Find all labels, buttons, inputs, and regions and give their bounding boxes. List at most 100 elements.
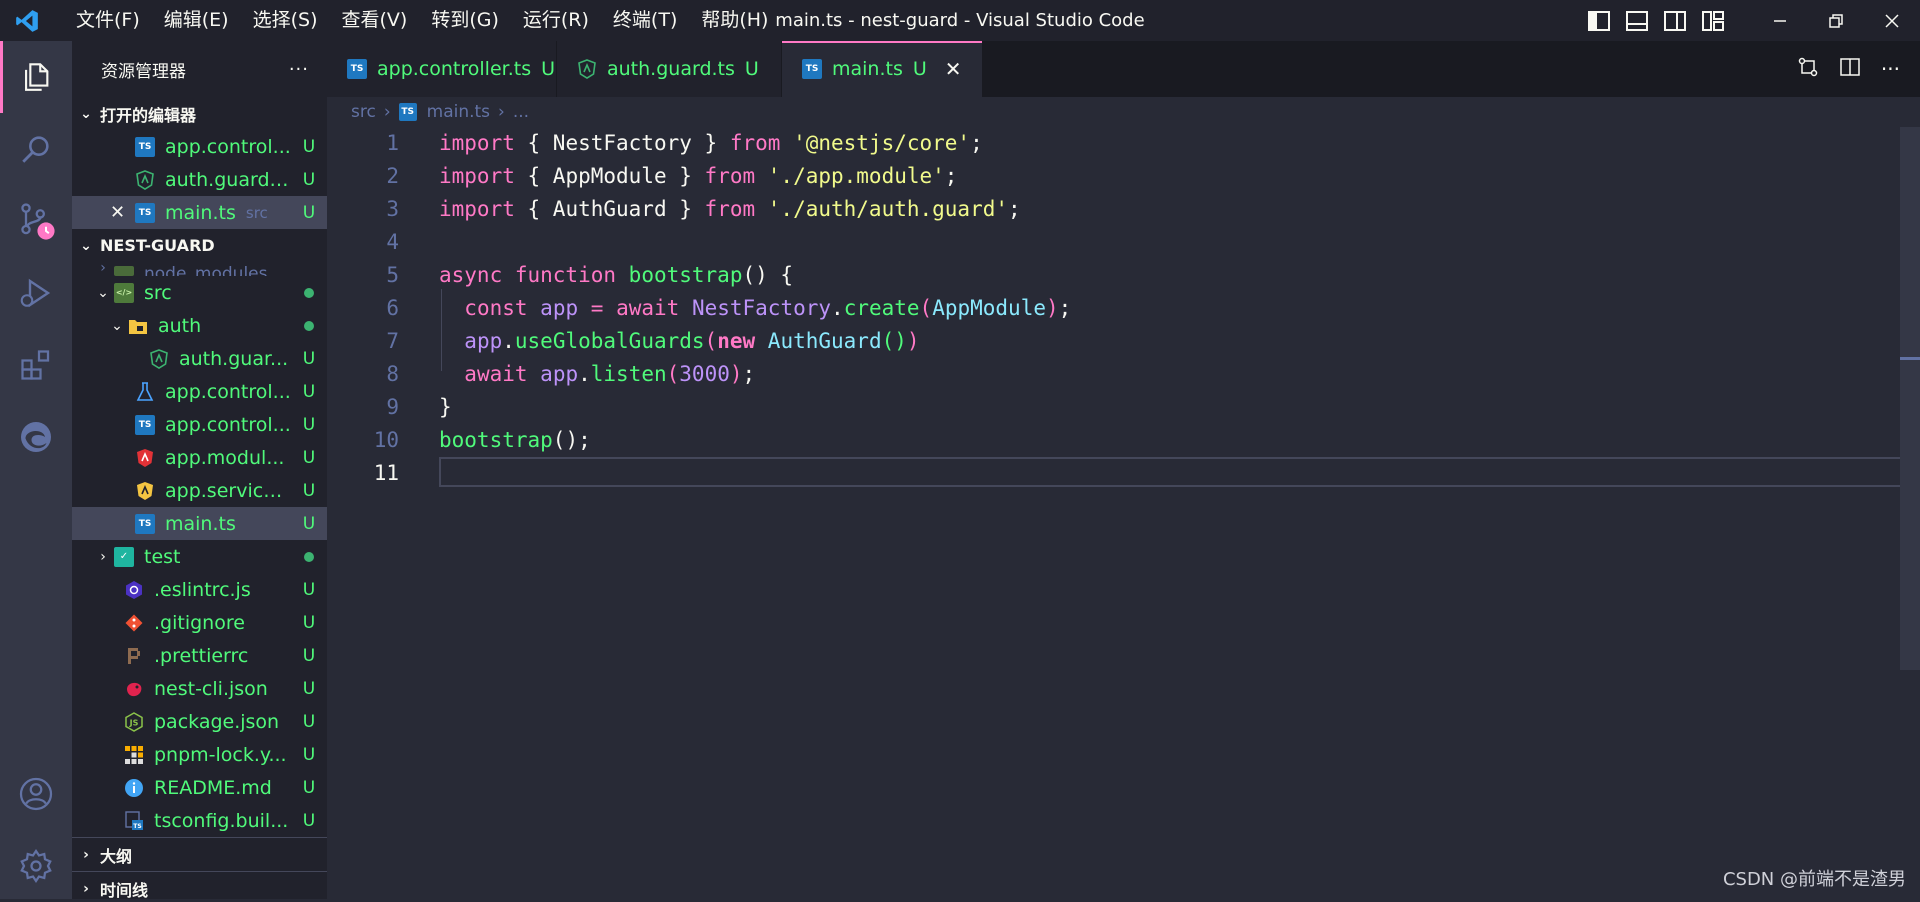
angular-guard-file-icon	[149, 348, 169, 369]
typescript-file-icon: TS	[135, 136, 155, 157]
open-editor-item[interactable]: TS app.control... U	[72, 130, 327, 163]
settings-gear-icon[interactable]	[0, 830, 72, 902]
breadcrumb-more[interactable]: ...	[513, 102, 529, 122]
chevron-right-icon: ›	[83, 846, 89, 863]
extensions-icon[interactable]	[0, 329, 72, 401]
file-pnpm-lock[interactable]: pnpm-lock.y... U	[72, 738, 327, 771]
account-icon[interactable]	[0, 758, 72, 830]
chevron-right-icon: ›	[83, 880, 89, 897]
file-app-module[interactable]: app.modul... U	[72, 441, 327, 474]
project-header[interactable]: ⌄ NEST-GUARD	[72, 229, 327, 262]
csdn-watermark: CSDN @前端不是渣男	[1722, 869, 1906, 890]
open-editor-item-active[interactable]: ✕ TS main.ts src U	[72, 196, 327, 229]
auth-folder[interactable]: ⌄ auth	[72, 309, 327, 342]
angular-guard-file-icon	[577, 59, 597, 79]
tsconfig-icon: TS	[124, 810, 144, 831]
menu-terminal[interactable]: 终端(T)	[601, 0, 689, 41]
open-editors-header[interactable]: ⌄ 打开的编辑器	[72, 97, 327, 130]
source-control-icon[interactable]	[0, 185, 72, 257]
title-bar: 文件(F) 编辑(E) 选择(S) 查看(V) 转到(G) 运行(R) 终端(T…	[0, 0, 1920, 41]
file-app-controller[interactable]: TS app.control... U	[72, 408, 327, 441]
more-actions-icon[interactable]: ···	[1881, 57, 1900, 81]
file-prettierrc[interactable]: .prettierrc U	[72, 639, 327, 672]
code-line: 10 bootstrap();	[373, 428, 591, 452]
toggle-panel-icon[interactable]	[1618, 0, 1656, 41]
chevron-right-icon: ›	[100, 548, 106, 565]
file-main-ts[interactable]: TS main.ts U	[72, 507, 327, 540]
restore-button[interactable]	[1808, 0, 1864, 41]
tab-app-controller[interactable]: TS app.controller.ts U	[327, 41, 557, 97]
git-icon	[124, 613, 144, 633]
file-app-controller-spec[interactable]: app.control... U	[72, 375, 327, 408]
menu-run[interactable]: 运行(R)	[511, 0, 601, 41]
file-nest-cli[interactable]: nest-cli.json U	[72, 672, 327, 705]
outline-header[interactable]: › 大纲	[72, 837, 327, 871]
lock-folder-icon	[128, 316, 148, 336]
prettier-icon	[124, 646, 144, 666]
edge-icon[interactable]	[0, 401, 72, 473]
menu-selection[interactable]: 选择(S)	[241, 0, 330, 41]
menu-view[interactable]: 查看(V)	[330, 0, 420, 41]
minimize-button[interactable]	[1752, 0, 1808, 41]
split-editor-icon[interactable]	[1839, 56, 1861, 82]
nodejs-icon: JS	[124, 711, 144, 732]
activity-bar	[0, 41, 72, 899]
run-debug-icon[interactable]	[0, 257, 72, 329]
file-gitignore[interactable]: .gitignore U	[72, 606, 327, 639]
eslint-icon	[124, 580, 144, 600]
close-window-button[interactable]	[1864, 0, 1920, 41]
file-package-json[interactable]: JS package.json U	[72, 705, 327, 738]
menu-edit[interactable]: 编辑(E)	[152, 0, 241, 41]
test-folder[interactable]: › ✓ test	[72, 540, 327, 573]
src-folder[interactable]: ⌄ </> src	[72, 276, 327, 309]
customize-layout-icon[interactable]	[1694, 0, 1732, 41]
explorer-more-button[interactable]: ···	[289, 59, 309, 80]
close-editor-icon[interactable]: ✕	[110, 202, 135, 223]
breadcrumb-folder[interactable]: src	[351, 102, 376, 122]
chevron-down-icon: ⌄	[97, 284, 109, 301]
test-folder-icon: ✓	[114, 546, 134, 567]
code-line: 6 const app = await NestFactory.create(A…	[386, 296, 1072, 320]
typescript-file-icon: TS	[802, 59, 822, 79]
node-modules-folder[interactable]: › node_modules	[72, 262, 327, 276]
chevron-down-icon: ⌄	[111, 317, 123, 334]
file-readme[interactable]: README.md U	[72, 771, 327, 804]
svg-text:JS: JS	[129, 718, 139, 727]
search-icon[interactable]	[0, 113, 72, 185]
file-tsconfig-build[interactable]: TS tsconfig.buil... U	[72, 804, 327, 837]
menu-file[interactable]: 文件(F)	[64, 0, 152, 41]
close-tab-icon[interactable]: ✕	[945, 57, 962, 81]
nestjs-icon	[124, 679, 144, 699]
code-line: 8 await app.listen(3000);	[386, 362, 756, 386]
menu-go[interactable]: 转到(G)	[419, 0, 511, 41]
typescript-file-icon: TS	[398, 103, 417, 121]
code-line: 4	[386, 230, 399, 254]
breadcrumb-file[interactable]: main.ts	[427, 102, 490, 122]
menu-bar: 文件(F) 编辑(E) 选择(S) 查看(V) 转到(G) 运行(R) 终端(T…	[64, 0, 780, 41]
code-editor[interactable]: 1 import { NestFactory } from '@nestjs/co…	[327, 127, 1920, 899]
editor-scrollbar[interactable]	[1900, 127, 1920, 670]
tab-auth-guard[interactable]: auth.guard.ts U	[557, 41, 782, 97]
explorer-icon[interactable]	[0, 41, 72, 113]
open-changes-icon[interactable]	[1797, 56, 1819, 82]
angular-module-icon	[135, 448, 155, 468]
toggle-secondary-sidebar-icon[interactable]	[1656, 0, 1694, 41]
toggle-primary-sidebar-icon[interactable]	[1580, 0, 1618, 41]
tab-main-ts[interactable]: TS main.ts U ✕	[782, 41, 983, 97]
code-line: 3 import { AuthGuard } from './auth/auth.…	[386, 197, 1021, 221]
file-auth-guard[interactable]: auth.guar... U	[72, 342, 327, 375]
typescript-file-icon: TS	[135, 513, 155, 534]
source-folder-icon: </>	[114, 282, 134, 303]
code-line: 2 import { AppModule } from './app.module…	[386, 164, 958, 188]
typescript-file-icon: TS	[135, 414, 155, 435]
file-app-service[interactable]: app.service.ts U	[72, 474, 327, 507]
typescript-file-icon: TS	[347, 59, 367, 79]
open-editor-item[interactable]: auth.guard.... U	[72, 163, 327, 196]
explorer-sidebar: 资源管理器 ··· ⌄ 打开的编辑器 TS app.control... U a…	[72, 41, 327, 899]
chevron-down-icon: ⌄	[80, 105, 92, 122]
explorer-title: 资源管理器	[101, 61, 186, 82]
file-eslintrc[interactable]: .eslintrc.js U	[72, 573, 327, 606]
info-icon	[124, 778, 144, 798]
menu-help[interactable]: 帮助(H)	[689, 0, 780, 41]
timeline-header[interactable]: › 时间线	[72, 871, 327, 899]
